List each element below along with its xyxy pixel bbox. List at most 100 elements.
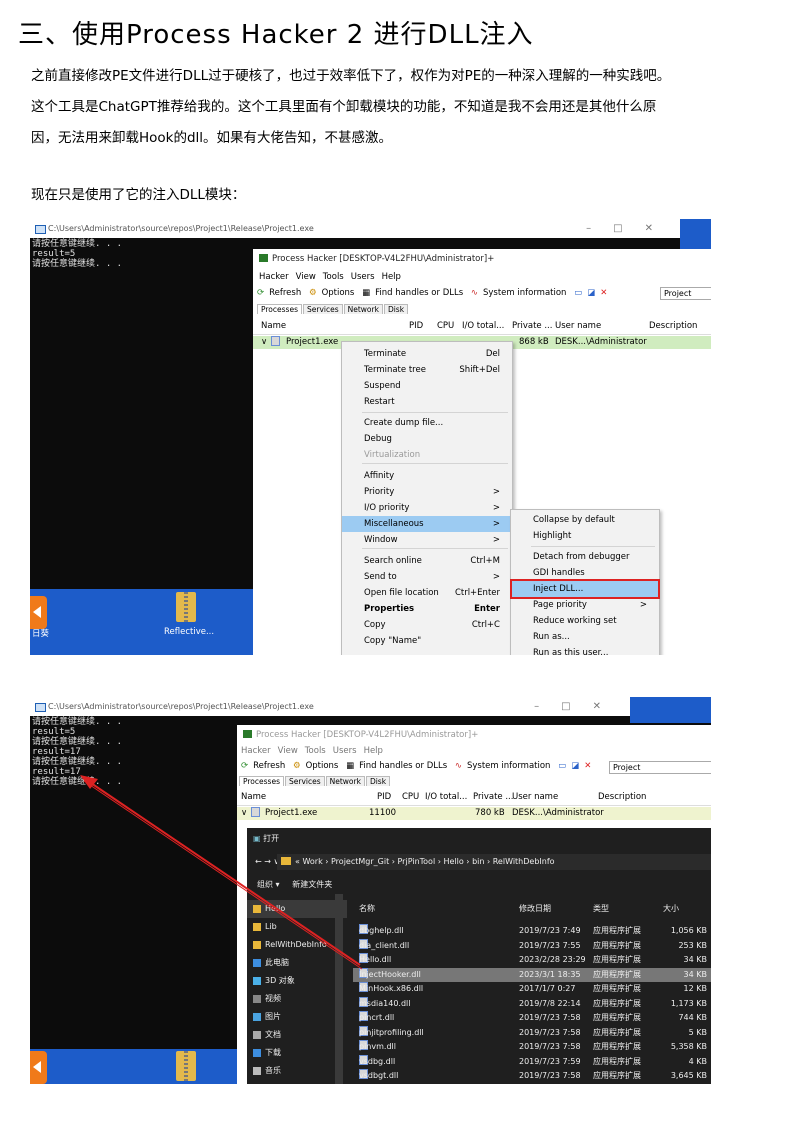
console-titlebar: C:\Users\Administrator\source\repos\Proj… — [30, 219, 711, 238]
toolbar: ⟳ Refresh ⚙ Options ▦ Find handles or DLLs … — [257, 288, 612, 298]
col-cpu[interactable]: CPU — [437, 321, 454, 331]
submenu-item-collapse-by-default[interactable]: Collapse by default — [511, 512, 659, 528]
col-name[interactable]: Name — [261, 321, 286, 331]
options-icon: ⚙ — [308, 288, 317, 298]
figure-caption: 现在只是使用了它的注入DLL模块： — [31, 187, 246, 203]
system-information-button[interactable]: System information — [483, 288, 566, 298]
menu-help[interactable]: Help — [382, 272, 401, 282]
find-window-icon[interactable]: ◪ — [587, 288, 595, 298]
shortcut-label: Ctrl+M — [470, 556, 500, 566]
col-private[interactable]: Private ... — [512, 321, 552, 331]
submenu-item-label: Run as this user... — [533, 648, 609, 655]
paragraph-line-3: 因，无法用来卸载Hook的dll。如果有大佬告知，不甚感激。 — [31, 130, 393, 146]
col-io[interactable]: I/O total... — [462, 321, 504, 331]
console-title: C:\Users\Administrator\source\repos\Proj… — [48, 224, 314, 233]
search-input[interactable]: Project — [660, 287, 711, 300]
col-user[interactable]: User name — [555, 321, 601, 331]
submenu-item-highlight[interactable]: Highlight — [511, 528, 659, 544]
submenu-item-page-priority[interactable]: Page priority > — [511, 597, 659, 613]
shortcut-label: Del — [485, 349, 500, 359]
context-item-window[interactable]: Window > — [342, 532, 512, 548]
context-item-copy[interactable]: Copy Ctrl+C — [342, 617, 512, 633]
options-button[interactable]: Options — [322, 288, 355, 298]
menu-users[interactable]: Users — [351, 272, 375, 282]
window-icon[interactable]: ▭ — [574, 288, 582, 298]
process-private: 868 kB — [519, 337, 549, 347]
context-item-label: Terminate tree — [364, 365, 426, 375]
screenshot-context-menu: C:\Users\Administrator\source\repos\Proj… — [30, 219, 711, 655]
context-item-debug[interactable]: Debug — [342, 431, 512, 447]
shortcut-label: Enter — [474, 604, 500, 614]
app-shortcut-icon[interactable] — [30, 596, 47, 629]
tab-processes[interactable]: Processes — [257, 304, 302, 314]
submenu-arrow-icon: > — [492, 519, 500, 529]
context-item-copy-name[interactable]: Copy "Name" — [342, 633, 512, 649]
menu-separator — [362, 548, 508, 549]
tab-network[interactable]: Network — [343, 304, 383, 314]
context-item-send-to[interactable]: Send to > — [342, 569, 512, 585]
submenu-item-reduce-working-set[interactable]: Reduce working set — [511, 613, 659, 629]
tab-services[interactable]: Services — [302, 304, 343, 314]
context-item-priority[interactable]: Priority > — [342, 484, 512, 500]
column-header: Name PID CPU I/O total... Private ... Us… — [253, 321, 711, 335]
context-item-suspend[interactable]: Suspend — [342, 378, 512, 394]
submenu-item-label: Collapse by default — [533, 515, 615, 525]
context-item-properties[interactable]: Properties Enter — [342, 601, 512, 617]
desktop-label-left: 日葵 — [32, 629, 50, 639]
context-item-search-online[interactable]: Search online Ctrl+M — [342, 553, 512, 569]
paragraph-line-2: 这个工具是ChatGPT推荐给我的。这个工具里面有个卸载模块的功能，不知道是我不… — [31, 99, 657, 115]
submenu-arrow-icon: > — [492, 503, 500, 513]
process-hacker-icon — [259, 254, 268, 262]
arrow-line-1 — [81, 776, 361, 966]
submenu-item-detach-from-debugger[interactable]: Detach from debugger — [511, 549, 659, 565]
tab-strip: Processes Services Network Disk — [257, 304, 409, 315]
screenshot-inject-dialog: C:\Users\Administrator\source\repos\Proj… — [30, 697, 711, 1084]
col-description[interactable]: Description — [649, 321, 697, 331]
context-item-i-o-priority[interactable]: I/O priority > — [342, 500, 512, 516]
context-item-create-dump-file[interactable]: Create dump file... — [342, 415, 512, 431]
submenu-item-run-as[interactable]: Run as... — [511, 629, 659, 645]
expand-chevron-icon[interactable]: ∨ — [261, 336, 267, 349]
process-user: DESK...\Administrator — [555, 337, 647, 347]
submenu-item-label: GDI handles — [533, 568, 585, 578]
context-item-label: Affinity — [364, 471, 395, 481]
window-controls[interactable]: –□✕ — [586, 219, 675, 238]
annotation-arrow — [80, 775, 363, 970]
tab-disk[interactable]: Disk — [383, 304, 409, 314]
context-item-label: Restart — [364, 397, 395, 407]
menu-tools[interactable]: Tools — [323, 272, 344, 282]
submenu-item-label: Highlight — [533, 531, 572, 541]
context-item-open-file-location[interactable]: Open file location Ctrl+Enter — [342, 585, 512, 601]
menu-hacker[interactable]: Hacker — [259, 272, 289, 282]
col-pid[interactable]: PID — [409, 321, 423, 331]
context-item-label: I/O priority — [364, 503, 410, 513]
refresh-button[interactable]: Refresh — [269, 288, 301, 298]
submenu-arrow-icon: > — [492, 572, 500, 582]
zip-file-icon[interactable] — [176, 592, 196, 622]
context-item-label: Search online — [364, 556, 422, 566]
submenu-arrow-icon: > — [639, 600, 647, 610]
context-item-miscellaneous[interactable]: Miscellaneous > — [342, 516, 512, 532]
menu-view[interactable]: View — [296, 272, 316, 282]
context-item-label: Create dump file... — [364, 418, 444, 428]
menu-separator — [362, 412, 508, 413]
submenu-arrow-icon: > — [492, 535, 500, 545]
submenu-arrow-icon: > — [492, 487, 500, 497]
shortcut-label: Shift+Del — [459, 365, 500, 375]
context-menu: Terminate Del Terminate tree Shift+Del Suspe… — [341, 341, 513, 655]
context-item-label: Priority — [364, 487, 395, 497]
window-title: Process Hacker [DESKTOP-V4L2FHU\Administ… — [272, 254, 495, 264]
context-item-restart[interactable]: Restart — [342, 394, 512, 410]
context-item-affinity[interactable]: Affinity — [342, 468, 512, 484]
context-item-label: Send to — [364, 572, 397, 582]
desktop-strip: 日葵 Reflective... — [30, 589, 270, 655]
context-item-label: Miscellaneous — [364, 519, 424, 529]
find-handles-button[interactable]: Find handles or DLLs — [375, 288, 463, 298]
context-item-terminate[interactable]: Terminate Del — [342, 346, 512, 362]
submenu-item-label: Detach from debugger — [533, 552, 630, 562]
submenu-item-label: Run as... — [533, 632, 570, 642]
context-item-virtualization[interactable]: Virtualization — [342, 447, 512, 463]
submenu-item-run-as-this-user[interactable]: Run as this user... — [511, 645, 659, 655]
close-red-x-icon[interactable]: ✕ — [600, 288, 607, 298]
context-item-terminate-tree[interactable]: Terminate tree Shift+Del — [342, 362, 512, 378]
